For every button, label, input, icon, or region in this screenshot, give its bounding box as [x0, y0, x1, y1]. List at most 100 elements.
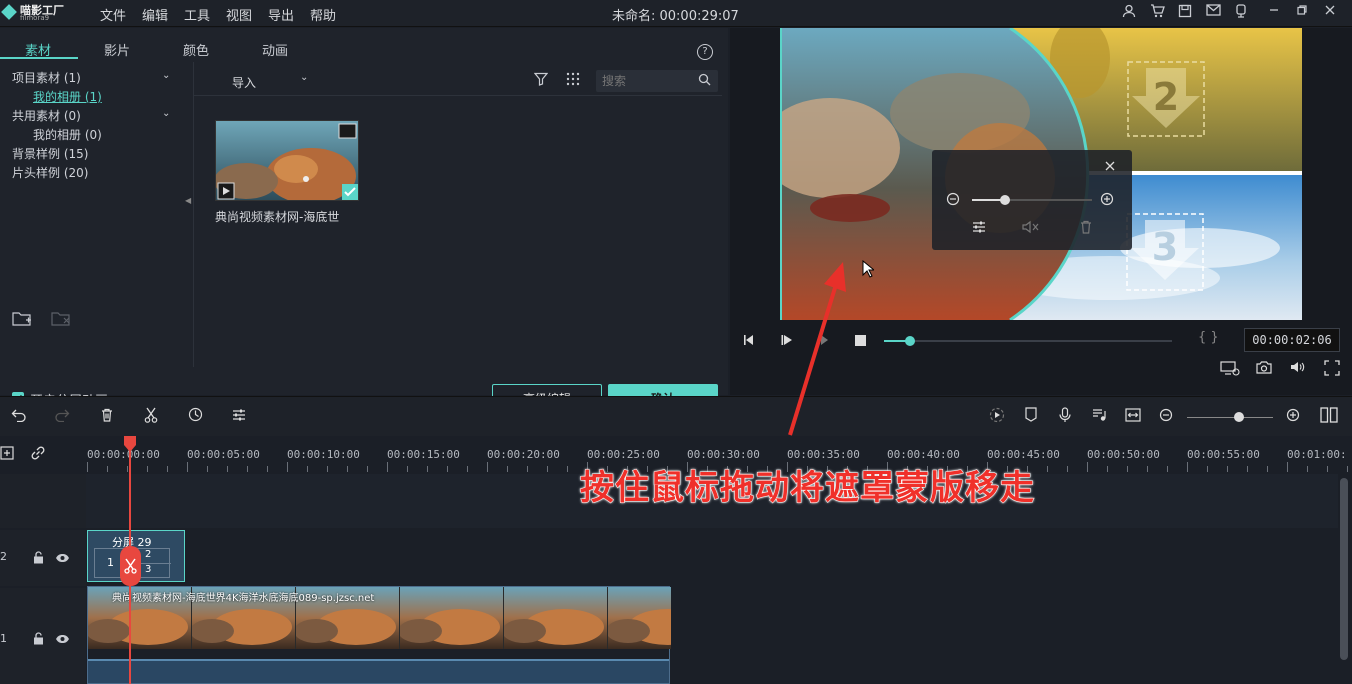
- tab-color[interactable]: 颜色: [183, 40, 209, 59]
- menu-view[interactable]: 视图: [226, 5, 252, 24]
- menu-file[interactable]: 文件: [100, 5, 126, 24]
- tree-bg-samples[interactable]: 背景样例 (15): [12, 145, 88, 162]
- ruler-tick: [1067, 466, 1068, 472]
- eye-icon[interactable]: [55, 552, 70, 566]
- track-number: 1: [0, 632, 7, 645]
- restore-icon[interactable]: [1293, 4, 1311, 22]
- split-cell-number: 3: [145, 564, 152, 575]
- save-icon[interactable]: [1176, 4, 1194, 22]
- minimize-icon[interactable]: [1265, 4, 1283, 22]
- search-box[interactable]: [596, 70, 718, 92]
- close-icon[interactable]: [1321, 4, 1339, 22]
- help-icon[interactable]: ?: [697, 44, 713, 60]
- timeline-zoom-slider[interactable]: [1187, 412, 1273, 422]
- track-number: 2: [0, 550, 7, 563]
- fit-timeline-icon[interactable]: [1123, 407, 1143, 427]
- track-head-2: 2: [0, 530, 86, 586]
- mark-in-out[interactable]: { }: [1198, 330, 1219, 345]
- tab-animation[interactable]: 动画: [262, 40, 288, 59]
- menu-export[interactable]: 导出: [268, 5, 294, 24]
- lock-icon[interactable]: [33, 632, 44, 648]
- render-preview-icon[interactable]: [1220, 360, 1240, 379]
- panel-divider: [193, 62, 194, 367]
- ruler-tick: [487, 462, 488, 472]
- audio-mix-icon[interactable]: [1089, 407, 1109, 427]
- menu-edit[interactable]: 编辑: [142, 5, 168, 24]
- menu-help[interactable]: 帮助: [310, 5, 336, 24]
- new-folder-icon[interactable]: [12, 310, 32, 330]
- undo-icon[interactable]: [9, 407, 29, 427]
- mail-icon[interactable]: [1204, 4, 1222, 22]
- ruler-label: 00:00:10:00: [287, 448, 360, 461]
- collapse-arrow-icon[interactable]: ◀: [185, 196, 191, 205]
- media-thumbnail[interactable]: [215, 120, 359, 201]
- zoom-in-icon[interactable]: [1283, 407, 1303, 427]
- import-button[interactable]: 导入: [232, 74, 256, 91]
- cart-icon[interactable]: [1148, 4, 1166, 22]
- menu-tools[interactable]: 工具: [184, 5, 210, 24]
- tree-my-album-1[interactable]: 我的相册 (1): [33, 88, 102, 105]
- panel-layout-icon[interactable]: [1319, 407, 1339, 427]
- ruler-tick: [1127, 466, 1128, 472]
- mute-icon[interactable]: [1022, 220, 1040, 237]
- playhead-cut-marker[interactable]: [120, 546, 141, 586]
- app-logo: 喵影工厂 filmora9: [1, 2, 66, 24]
- ruler-tick: [427, 466, 428, 472]
- mask-control-popup[interactable]: [932, 150, 1132, 250]
- chevron-down-icon[interactable]: ⌄: [300, 72, 308, 83]
- adjust-icon[interactable]: [229, 407, 249, 427]
- ruler-tick: [567, 466, 568, 472]
- trash-icon[interactable]: [1080, 220, 1092, 237]
- delete-folder-icon[interactable]: [51, 310, 71, 330]
- zoom-in-icon[interactable]: [1100, 192, 1114, 209]
- grid-view-icon[interactable]: [566, 72, 580, 89]
- marker-icon[interactable]: [1021, 407, 1041, 427]
- delete-icon[interactable]: [97, 407, 117, 427]
- ruler-tick: [1347, 466, 1348, 472]
- tree-project-media[interactable]: 项目素材 (1): [12, 69, 81, 86]
- vertical-scrollbar[interactable]: [1340, 478, 1348, 660]
- volume-icon[interactable]: [1290, 360, 1306, 377]
- download-icon[interactable]: [1232, 4, 1250, 22]
- speed-icon[interactable]: [185, 407, 205, 427]
- adjust-icon[interactable]: [972, 220, 986, 237]
- zoom-slider-handle[interactable]: [1000, 195, 1010, 205]
- track-2-lane[interactable]: [86, 530, 1338, 586]
- ruler-tick: [107, 466, 108, 472]
- snapshot-icon[interactable]: [1256, 360, 1272, 377]
- prev-frame-icon[interactable]: [742, 333, 756, 350]
- ruler-tick: [1327, 466, 1328, 472]
- playhead-handle[interactable]: [123, 436, 137, 455]
- cut-icon[interactable]: [141, 407, 161, 427]
- account-icon[interactable]: [1120, 4, 1138, 22]
- microphone-icon[interactable]: [1055, 407, 1075, 427]
- zoom-out-icon[interactable]: [1156, 407, 1176, 427]
- timeline-zoom-handle[interactable]: [1234, 412, 1244, 422]
- chevron-down-icon[interactable]: ⌄: [162, 70, 170, 81]
- zoom-slider[interactable]: [972, 195, 1092, 205]
- ruler-tick: [207, 466, 208, 472]
- video-clip[interactable]: 典尚视频素材网-海底世界4K海洋水底海底089-sp.jzsc.net: [87, 586, 671, 684]
- ruler-label: 00:00:55:00: [1187, 448, 1260, 461]
- tree-my-album-0[interactable]: 我的相册 (0): [33, 126, 102, 143]
- tree-title-samples[interactable]: 片头样例 (20): [12, 164, 88, 181]
- playback-progress[interactable]: [884, 336, 1172, 346]
- playback-progress-handle[interactable]: [904, 336, 915, 346]
- chevron-down-icon[interactable]: ⌄: [162, 108, 170, 119]
- lock-icon[interactable]: [33, 551, 44, 567]
- filter-icon[interactable]: [533, 72, 549, 89]
- close-icon[interactable]: [1105, 160, 1115, 174]
- zoom-out-icon[interactable]: [946, 192, 960, 209]
- search-icon[interactable]: [698, 73, 711, 89]
- render-icon[interactable]: [987, 407, 1007, 427]
- ruler-tick: [1047, 466, 1048, 472]
- search-input[interactable]: [602, 72, 692, 90]
- tab-movie[interactable]: 影片: [104, 40, 130, 59]
- ruler-tick: [1267, 466, 1268, 472]
- eye-icon[interactable]: [55, 633, 70, 647]
- ruler-tick: [187, 462, 188, 472]
- fullscreen-icon[interactable]: [1324, 360, 1340, 379]
- tree-shared-media[interactable]: 共用素材 (0): [12, 107, 81, 124]
- panel-2-number: 2: [1153, 75, 1179, 119]
- redo-icon[interactable]: [52, 407, 72, 427]
